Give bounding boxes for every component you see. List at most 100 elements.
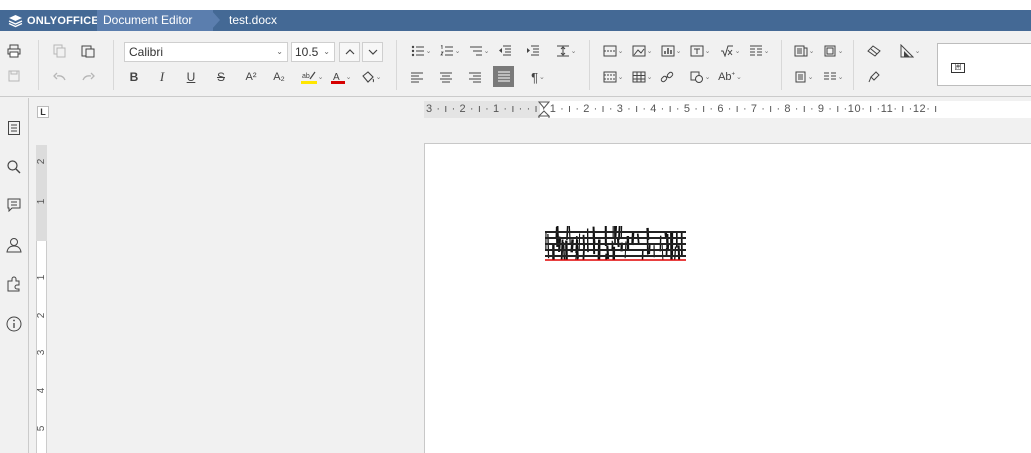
undo-button[interactable] xyxy=(49,67,71,87)
chevron-down-icon: ⌄ xyxy=(375,74,382,81)
clear-style-button[interactable] xyxy=(863,41,885,61)
margins-icon xyxy=(794,45,808,57)
increase-indent-button[interactable] xyxy=(522,41,544,61)
columns-icon xyxy=(749,45,762,56)
decrease-font-size-button[interactable] xyxy=(362,42,383,62)
editor-name-tab: Document Editor xyxy=(97,10,213,31)
tab-stop-selector[interactable]: L xyxy=(37,106,49,118)
justify-button[interactable] xyxy=(493,66,514,87)
align-center-icon xyxy=(440,72,452,82)
decrease-indent-button[interactable] xyxy=(494,41,516,61)
insert-equation-button[interactable]: ⌄ xyxy=(716,41,744,61)
print-icon xyxy=(7,44,21,58)
margins-button[interactable]: ⌄ xyxy=(790,41,818,61)
style-thumbnail[interactable]: 囲 xyxy=(951,63,965,73)
toolbar-separator xyxy=(853,40,854,90)
font-size-select[interactable]: 10.5 ⌄ xyxy=(291,42,335,62)
comments-button[interactable] xyxy=(5,196,23,214)
line-spacing-button[interactable]: ⌄ xyxy=(552,41,580,61)
chevron-up-icon xyxy=(345,49,354,55)
save-button[interactable] xyxy=(3,66,25,86)
align-center-button[interactable] xyxy=(435,67,457,87)
subscript-icon: A₂ xyxy=(273,71,285,83)
chevron-down-icon: ⌄ xyxy=(276,47,283,56)
image-icon xyxy=(632,45,646,57)
highlight-color-button[interactable]: ab ⌄ xyxy=(298,67,326,87)
underline-button[interactable]: U xyxy=(180,67,202,87)
horizontal-ruler-labels: 3 · ı · 2 · ı · 1 · ı · · ı · 1 · ı · 2 … xyxy=(426,103,938,115)
copy-style-button[interactable] xyxy=(863,67,885,87)
insert-table-button[interactable]: ⌄ xyxy=(628,67,656,87)
chevron-down-icon: ⌄ xyxy=(539,74,545,81)
columns-button[interactable]: ⌄ xyxy=(745,41,773,61)
format-painter-icon xyxy=(868,71,880,83)
font-size-value: 10.5 xyxy=(295,45,319,59)
chevron-down-icon: ⌄ xyxy=(646,48,653,55)
chevron-down-icon: ⌄ xyxy=(736,74,742,81)
align-right-button[interactable] xyxy=(464,67,486,87)
page-size-button[interactable]: ⌄ xyxy=(790,67,818,87)
text-columns-button[interactable]: ⌄ xyxy=(819,67,847,87)
search-button[interactable] xyxy=(5,158,23,176)
insert-shape-button[interactable]: ⌄ xyxy=(686,67,714,87)
underline-icon: U xyxy=(186,70,196,84)
bullets-button[interactable]: ⌄ xyxy=(408,41,434,61)
insert-text-box-button[interactable]: ⌄ xyxy=(686,41,714,61)
garbled-glyph xyxy=(674,246,677,261)
paste-button[interactable] xyxy=(77,41,99,61)
chevron-down-icon: ⌄ xyxy=(617,74,624,81)
subscript-button[interactable]: A₂ xyxy=(268,67,290,87)
vertical-ruler-label: 2 xyxy=(36,312,47,319)
italic-button[interactable]: I xyxy=(151,67,173,87)
increase-font-size-button[interactable] xyxy=(339,42,360,62)
copy-icon xyxy=(53,44,66,58)
about-button[interactable] xyxy=(5,315,23,333)
align-right-icon xyxy=(469,72,481,82)
multilevel-list-button[interactable]: ⌄ xyxy=(466,41,492,61)
change-color-scheme-button[interactable]: ⌄ xyxy=(896,41,924,61)
strikethrough-button[interactable]: S xyxy=(210,67,232,87)
nonprinting-characters-button[interactable]: ¶ ⌄ xyxy=(524,67,552,87)
chevron-down-icon xyxy=(368,49,377,55)
vertical-ruler-label: 2 xyxy=(36,158,47,165)
editor-window: ONLYOFFICE Document Editor test.docx Cal… xyxy=(0,0,1031,453)
font-color-icon: A xyxy=(330,72,345,84)
text-columns-icon xyxy=(823,72,836,80)
strikethrough-icon: S xyxy=(216,70,225,84)
font-name-value: Calibri xyxy=(129,45,164,59)
copy-button[interactable] xyxy=(49,41,71,61)
users-button[interactable] xyxy=(5,236,23,254)
page-orientation-button[interactable]: ⌄ xyxy=(819,41,847,61)
print-button[interactable] xyxy=(3,41,25,61)
brand-label: ONLYOFFICE xyxy=(27,15,99,27)
vertical-ruler-label: 5 xyxy=(36,425,47,432)
bold-button[interactable]: B xyxy=(123,67,145,87)
font-name-select[interactable]: Calibri ⌄ xyxy=(124,42,288,62)
onlyoffice-logo: ONLYOFFICE xyxy=(8,13,99,29)
navigation-button[interactable] xyxy=(5,119,23,137)
insert-hyperlink-button[interactable] xyxy=(656,67,678,87)
search-icon xyxy=(7,160,21,174)
toolbar-separator xyxy=(589,40,590,90)
redo-button[interactable] xyxy=(77,67,99,87)
equation-icon xyxy=(720,45,733,57)
insert-image-button[interactable]: ⌄ xyxy=(628,41,656,61)
page-break-button[interactable]: ⌄ xyxy=(599,41,627,61)
header-footer-button[interactable]: ⌄ xyxy=(599,67,627,87)
eraser-icon xyxy=(867,45,881,57)
bold-icon: B xyxy=(129,70,139,84)
plugins-button[interactable] xyxy=(5,275,23,293)
page-size-icon xyxy=(795,71,806,83)
overlapping-text-block[interactable] xyxy=(545,226,686,262)
insert-chart-button[interactable]: ⌄ xyxy=(657,41,685,61)
numbering-button[interactable]: ⌄ xyxy=(437,41,463,61)
font-color-button[interactable]: A ⌄ xyxy=(328,67,354,87)
superscript-button[interactable]: A² xyxy=(240,67,262,87)
text-art-button[interactable]: Ab+ ⌄ xyxy=(716,67,744,87)
bullet-list-icon xyxy=(411,45,424,57)
document-page[interactable] xyxy=(424,143,1031,453)
align-left-button[interactable] xyxy=(406,67,428,87)
page-break-icon xyxy=(603,45,617,57)
shading-button[interactable]: ⌄ xyxy=(358,67,384,87)
document-title[interactable]: test.docx xyxy=(229,10,277,31)
